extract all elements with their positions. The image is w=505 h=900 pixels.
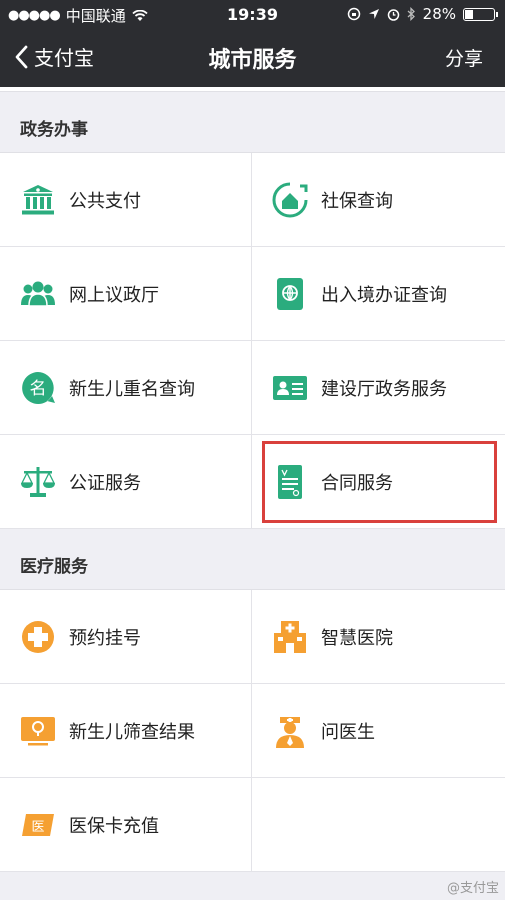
- empty-grid-cell: [252, 778, 505, 872]
- medical-card-icon: 医: [20, 807, 56, 843]
- service-exit-entry-query[interactable]: 出入境办证查询: [252, 247, 505, 341]
- doctor-icon: [272, 713, 308, 749]
- service-newborn-name-query[interactable]: 名 新生儿重名查询: [0, 341, 252, 435]
- battery-percent: 28%: [422, 5, 456, 23]
- svg-text:医: 医: [31, 820, 44, 835]
- service-appointment[interactable]: 预约挂号: [0, 590, 252, 684]
- bank-icon: [20, 182, 56, 218]
- baby-screening-icon: [20, 713, 56, 749]
- service-label: 智慧医院: [321, 627, 393, 649]
- service-label: 新生儿重名查询: [69, 378, 195, 400]
- service-notary[interactable]: 公证服务: [0, 435, 252, 529]
- scales-icon: [20, 464, 56, 500]
- service-label: 医保卡充值: [69, 815, 159, 837]
- government-services-grid: 公共支付 社保查询 网上议政厅 出入境办证查询 名 新生儿重名查询 建设厅政务服…: [0, 152, 505, 529]
- service-label: 建设厅政务服务: [321, 378, 447, 400]
- medical-cross-icon: [20, 619, 56, 655]
- service-newborn-screening[interactable]: 新生儿筛查结果: [0, 684, 252, 778]
- alarm-icon: [387, 8, 399, 21]
- rotation-lock-icon: [347, 7, 360, 21]
- service-label: 网上议政厅: [69, 284, 159, 306]
- service-label: 问医生: [321, 721, 375, 743]
- watermark: @支付宝: [446, 881, 499, 896]
- section-title-medical: 医疗服务: [20, 557, 88, 577]
- service-list[interactable]: 政务办事 公共支付 社保查询 网上议政厅 出入境办证查询 名 新生儿重名查询 建…: [0, 87, 505, 900]
- share-button[interactable]: 分享: [445, 44, 483, 71]
- hospital-icon: [272, 619, 308, 655]
- service-label: 出入境办证查询: [321, 284, 447, 306]
- status-bar: ●●●●● 中国联通 19:39 28%: [0, 0, 505, 30]
- location-icon: [368, 9, 379, 19]
- battery-icon: [463, 7, 498, 21]
- service-online-forum[interactable]: 网上议政厅: [0, 247, 252, 341]
- medical-services-grid: 预约挂号 智慧医院 新生儿筛查结果 问医生 医 医保卡充值: [0, 589, 505, 872]
- service-label: 公共支付: [69, 190, 141, 212]
- service-social-security[interactable]: 社保查询: [252, 153, 505, 247]
- service-label: 预约挂号: [69, 627, 141, 649]
- passport-icon: [272, 276, 308, 312]
- service-contract[interactable]: 合同服务: [252, 435, 505, 529]
- name-bubble-icon: 名: [20, 370, 56, 406]
- service-label: 公证服务: [69, 472, 141, 494]
- top-bar: ●●●●● 中国联通 19:39 28% 支付宝 城市服务 分享: [0, 0, 505, 87]
- bluetooth-icon: [407, 7, 415, 21]
- navigation-bar: 支付宝 城市服务 分享: [0, 30, 505, 87]
- service-smart-hospital[interactable]: 智慧医院: [252, 590, 505, 684]
- service-public-payment[interactable]: 公共支付: [0, 153, 252, 247]
- service-construction-dept[interactable]: 建设厅政务服务: [252, 341, 505, 435]
- id-card-icon: [272, 370, 308, 406]
- service-medical-card-topup[interactable]: 医 医保卡充值: [0, 778, 252, 872]
- section-title-government: 政务办事: [20, 120, 88, 140]
- contract-document-icon: [272, 464, 308, 500]
- service-ask-doctor[interactable]: 问医生: [252, 684, 505, 778]
- page-title: 城市服务: [208, 48, 297, 73]
- service-label: 社保查询: [321, 190, 393, 212]
- service-label: 新生儿筛查结果: [69, 721, 195, 743]
- people-icon: [20, 276, 56, 312]
- svg-text:名: 名: [30, 379, 47, 399]
- service-label: 合同服务: [321, 472, 393, 494]
- house-circle-icon: [272, 182, 308, 218]
